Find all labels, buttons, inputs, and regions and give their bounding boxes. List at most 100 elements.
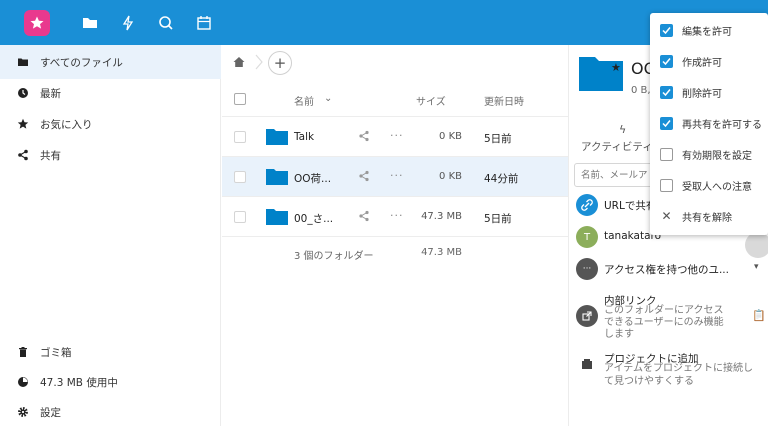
others-label: アクセス権を持つ他のユ... — [604, 264, 729, 276]
panel-subtitle: 0 B, — [631, 85, 651, 96]
sidebar-item-label: 設定 — [40, 406, 61, 419]
sidebar-item-label: 最新 — [40, 87, 61, 100]
project-desc: アイテムをプロジェクトに接続し — [604, 363, 753, 374]
breadcrumb: + — [222, 45, 568, 81]
menu-item-label: 再共有を許可する — [682, 119, 762, 131]
table-row[interactable]: Talk ··· 0 KB 5日前 — [222, 117, 568, 157]
menu-item-allow-delete[interactable]: 削除許可 — [650, 77, 768, 107]
close-icon: ✕ — [661, 209, 672, 223]
menu-item-unshare[interactable]: ✕ 共有を解除 — [650, 201, 768, 231]
folder-icon — [266, 129, 288, 145]
file-size: 47.3 MB — [421, 211, 462, 222]
sidebar-item-recent[interactable]: 最新 — [0, 76, 221, 110]
internal-link-desc: します — [604, 329, 634, 340]
favorite-star-icon[interactable]: ★ — [611, 61, 621, 74]
sidebar-item-all-files[interactable]: すべてのファイル — [0, 45, 221, 79]
row-checkbox[interactable] — [234, 171, 246, 183]
star-logo-icon — [30, 16, 44, 29]
avatar: T — [576, 226, 598, 248]
file-name[interactable]: 00_さ... — [294, 211, 333, 226]
column-header-name[interactable]: 名前 — [294, 93, 314, 108]
checkbox-checked-icon — [660, 85, 673, 99]
menu-item-label: 削除許可 — [682, 88, 722, 100]
checkbox-checked-icon — [660, 116, 673, 130]
others-with-access[interactable]: ··· アクセス権を持つ他のユ... ▾ — [576, 258, 768, 282]
chevron-right-icon — [253, 53, 265, 71]
checkbox-checked-icon — [660, 23, 673, 37]
sidebar-item-quota: 47.3 MB 使用中 — [0, 365, 221, 399]
folder-icon — [16, 55, 30, 69]
search-icon[interactable] — [156, 13, 176, 33]
sidebar-item-label: ゴミ箱 — [40, 346, 72, 359]
external-link-icon — [576, 305, 598, 327]
internal-link-entry[interactable]: 内部リンク このフォルダーにアクセス できるユーザーにのみ機能 します 📋 — [576, 293, 768, 345]
total-size: 47.3 MB — [421, 247, 462, 258]
file-list: + 名前 ⌄ サイズ 更新日時 Talk ··· 0 KB 5日前 OO荷...… — [222, 45, 568, 426]
menu-item-label: 共有を解除 — [682, 212, 732, 224]
clipboard-icon[interactable]: 📋 — [752, 309, 766, 322]
folder-count: 3 個のフォルダー — [294, 251, 374, 262]
file-size: 0 KB — [439, 171, 462, 182]
menu-item-label: 受取人への注意 — [682, 181, 752, 193]
sidebar-item-label: すべてのファイル — [40, 56, 123, 69]
more-icon[interactable]: ··· — [390, 169, 404, 182]
tab-activity[interactable]: アクティビティ — [581, 139, 653, 154]
more-icon: ··· — [576, 258, 598, 280]
activity-icon[interactable] — [118, 13, 138, 33]
sidebar-item-trash[interactable]: ゴミ箱 — [0, 335, 221, 369]
table-row[interactable]: OO荷... ··· 0 KB 44分前 — [222, 157, 568, 197]
row-checkbox[interactable] — [234, 131, 246, 143]
share-icon[interactable] — [358, 130, 370, 142]
menu-item-note-to-recipient[interactable]: 受取人への注意 — [650, 170, 768, 200]
select-all-checkbox[interactable] — [234, 93, 246, 105]
menu-item-label: 作成許可 — [682, 57, 722, 69]
checkbox-checked-icon — [660, 54, 673, 68]
file-modified: 44分前 — [484, 173, 519, 185]
sort-indicator-icon: ⌄ — [324, 93, 333, 104]
menu-item-allow-reshare[interactable]: 再共有を許可する — [650, 108, 768, 138]
file-modified: 5日前 — [484, 133, 512, 145]
calendar-icon[interactable] — [194, 13, 214, 33]
file-name[interactable]: Talk — [294, 131, 314, 143]
table-row[interactable]: 00_さ... ··· 47.3 MB 5日前 — [222, 197, 568, 237]
folder-icon — [266, 169, 288, 185]
chevron-down-icon: ▾ — [754, 262, 759, 272]
quota-label: 47.3 MB 使用中 — [40, 376, 118, 389]
more-icon[interactable]: ··· — [390, 129, 404, 142]
home-icon[interactable] — [232, 55, 246, 69]
share-icon[interactable] — [358, 170, 370, 182]
url-share-label: URLで共有 — [604, 200, 657, 212]
menu-item-allow-create[interactable]: 作成許可 — [650, 46, 768, 76]
share-permissions-menu: 編集を許可 作成許可 削除許可 再共有を許可する 有効期限を設定 受取人への注意… — [650, 13, 768, 235]
sidebar-item-shared[interactable]: 共有 — [0, 138, 221, 172]
column-header-size[interactable]: サイズ — [416, 93, 446, 108]
file-name[interactable]: OO荷... — [294, 171, 331, 186]
project-icon — [576, 353, 598, 375]
sidebar-item-favorites[interactable]: お気に入り — [0, 107, 221, 141]
project-desc: て見つけやすくする — [604, 376, 694, 387]
files-icon[interactable] — [80, 13, 100, 33]
file-modified: 5日前 — [484, 213, 512, 225]
menu-item-set-expiration[interactable]: 有効期限を設定 — [650, 139, 768, 169]
add-button[interactable]: + — [268, 51, 292, 75]
menu-item-label: 編集を許可 — [682, 26, 732, 38]
internal-link-desc: このフォルダーにアクセス — [604, 305, 724, 316]
add-to-project-entry[interactable]: プロジェクトに追加 アイテムをプロジェクトに接続し て見つけやすくする — [576, 351, 768, 395]
table-header: 名前 ⌄ サイズ 更新日時 — [222, 81, 568, 117]
more-icon[interactable]: ··· — [390, 209, 404, 222]
link-icon — [576, 194, 598, 216]
share-icon — [16, 148, 30, 162]
app-logo[interactable] — [24, 10, 50, 36]
gear-icon — [16, 405, 30, 419]
sidebar-item-settings[interactable]: 設定 — [0, 395, 221, 426]
share-menu-toggle[interactable] — [745, 232, 768, 258]
checkbox-unchecked-icon — [660, 178, 673, 192]
column-header-modified[interactable]: 更新日時 — [484, 93, 524, 108]
trash-icon — [16, 345, 30, 359]
row-checkbox[interactable] — [234, 211, 246, 223]
share-icon[interactable] — [358, 210, 370, 222]
left-sidebar: すべてのファイル 最新 お気に入り 共有 ゴミ箱 47.3 MB 使用中 設定 — [0, 45, 221, 426]
pie-icon — [16, 375, 30, 389]
checkbox-unchecked-icon — [660, 147, 673, 161]
menu-item-allow-edit[interactable]: 編集を許可 — [650, 15, 768, 45]
